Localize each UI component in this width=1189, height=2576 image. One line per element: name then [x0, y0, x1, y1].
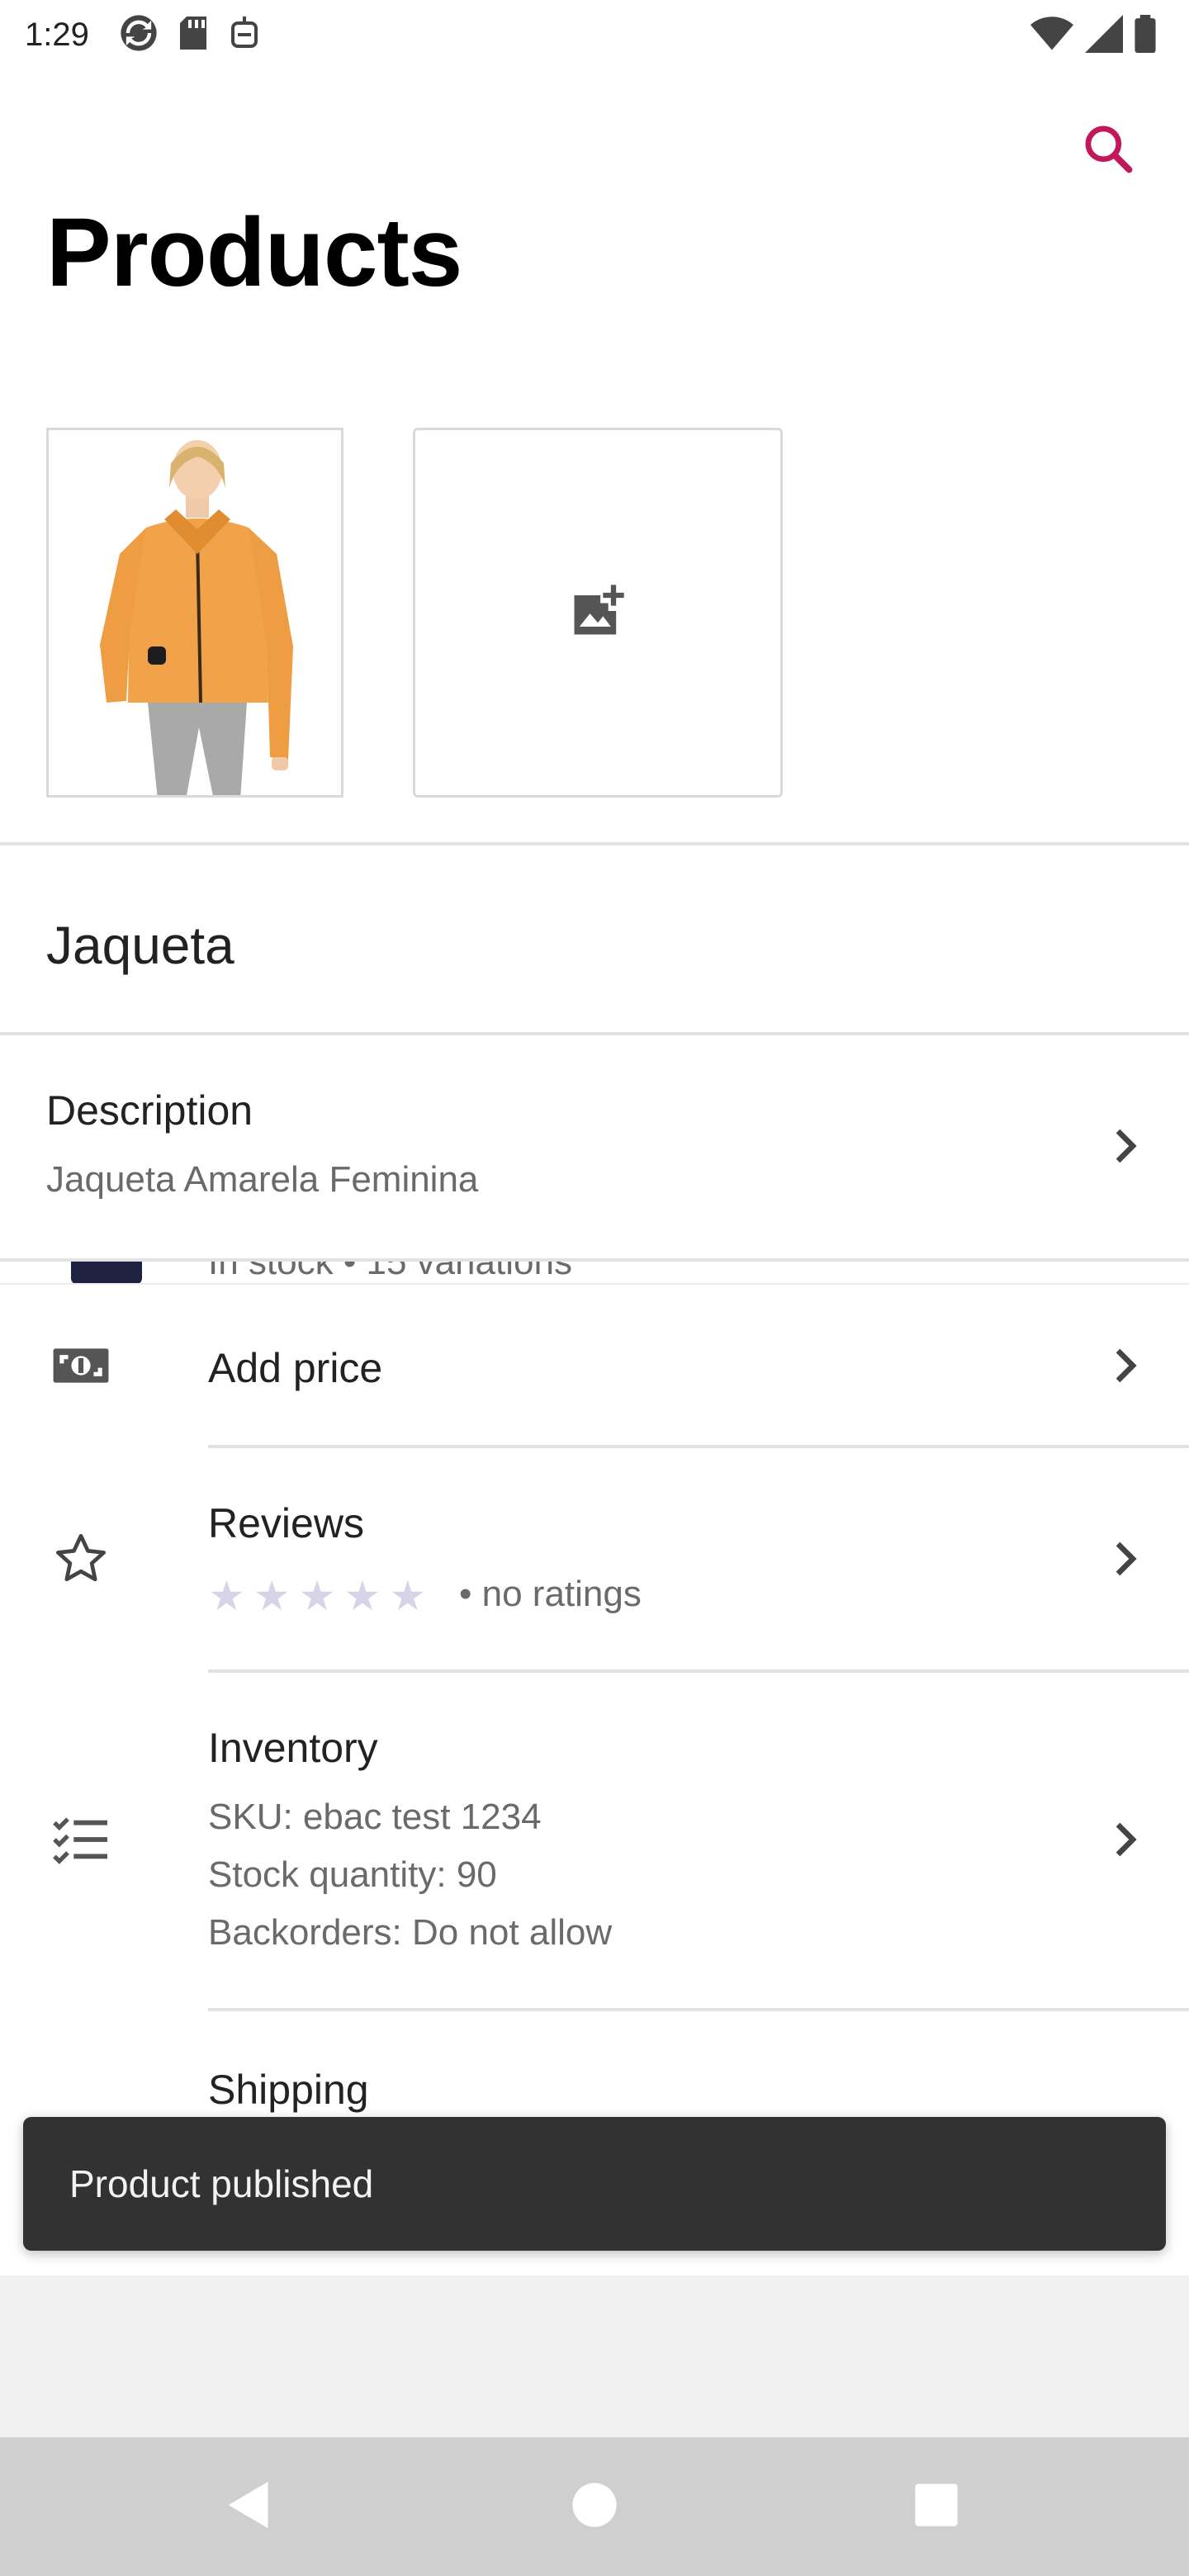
shipping-title: Shipping	[208, 2067, 369, 2113]
rating-star-icon: ★	[343, 1573, 381, 1619]
chevron-right-icon	[1113, 1346, 1138, 1385]
inventory-stock: Stock quantity: 90	[208, 1854, 497, 1895]
description-title: Description	[46, 1087, 253, 1134]
search-icon	[1080, 121, 1136, 181]
add-price-label: Add price	[208, 1345, 383, 1391]
product-name-field[interactable]: Jaqueta	[46, 915, 234, 976]
inventory-title: Inventory	[208, 1725, 378, 1771]
inventory-row[interactable]: Inventory SKU: ebac test 1234 Stock quan…	[0, 1673, 1189, 2008]
rating-star-icon: ★	[253, 1573, 291, 1619]
recents-button[interactable]	[895, 2465, 978, 2548]
battery-icon	[1135, 15, 1156, 57]
product-image[interactable]	[46, 428, 343, 798]
reviews-rating-text: • no ratings	[459, 1574, 642, 1614]
home-icon	[571, 2482, 618, 2532]
variations-row-peek[interactable]: In stock • 15 variations	[0, 1262, 1189, 1285]
variations-text: In stock • 15 variations	[208, 1262, 572, 1282]
sd-card-icon	[175, 13, 211, 57]
rating-star-icon: ★	[298, 1573, 336, 1619]
bottom-area	[0, 2275, 1189, 2437]
status-time: 1:29	[25, 16, 89, 53]
divider	[0, 842, 1189, 845]
reviews-row[interactable]: Reviews • no ratings	[0, 1448, 1189, 1669]
reviews-title: Reviews	[208, 1500, 364, 1546]
home-button[interactable]	[553, 2465, 636, 2548]
navigation-bar	[0, 2437, 1189, 2576]
money-icon	[48, 1333, 114, 1399]
rating-stars: ★ ★ ★ ★ ★	[208, 1575, 426, 1617]
star-outline-icon	[48, 1526, 114, 1592]
snackbar: Product published	[23, 2117, 1166, 2251]
chevron-right-icon	[1113, 1539, 1138, 1579]
sync-icon	[117, 12, 160, 59]
description-text: Jaqueta Amarela Feminina	[46, 1159, 479, 1200]
checklist-icon	[48, 1807, 114, 1873]
robot-icon	[226, 13, 263, 57]
inventory-sku: SKU: ebac test 1234	[208, 1797, 542, 1837]
wifi-icon	[1030, 16, 1073, 56]
status-bar: 1:29	[0, 0, 1189, 69]
back-icon	[225, 2479, 273, 2535]
recents-icon	[914, 2483, 959, 2531]
back-button[interactable]	[208, 2465, 291, 2548]
signal-icon	[1085, 15, 1123, 57]
search-button[interactable]	[1073, 116, 1143, 185]
inventory-backorders: Backorders: Do not allow	[208, 1912, 613, 1953]
description-row[interactable]: Description Jaqueta Amarela Feminina	[0, 1035, 1189, 1258]
page-title: Products	[46, 198, 462, 307]
snackbar-message: Product published	[69, 2162, 374, 2205]
jacket-photo-illustration	[49, 430, 341, 795]
chevron-right-icon	[1113, 1126, 1138, 1166]
price-row[interactable]: Add price	[0, 1285, 1189, 1447]
rating-star-icon: ★	[208, 1573, 245, 1619]
add-photo-icon	[566, 580, 629, 646]
rating-star-icon: ★	[389, 1573, 427, 1619]
variation-thumbnail	[71, 1262, 142, 1285]
chevron-right-icon	[1113, 1820, 1138, 1859]
add-photo-button[interactable]	[413, 428, 783, 798]
